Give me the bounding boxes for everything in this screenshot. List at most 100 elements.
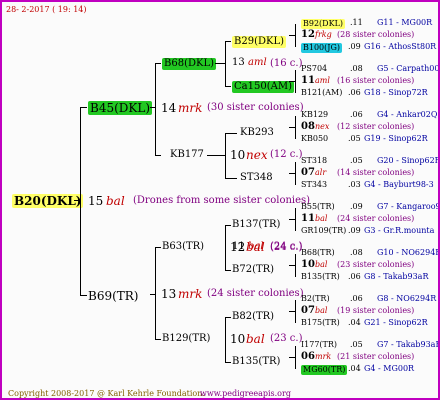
gen3-queen-4[interactable]: ST348 <box>240 173 273 183</box>
gen4-race: alr <box>315 168 327 177</box>
gen2-gen-2: 10 <box>230 148 246 162</box>
gen4-relatedness-a: .08 <box>350 248 363 257</box>
dam-queen[interactable]: B69(TR) <box>88 290 139 302</box>
connector <box>289 311 296 312</box>
gen4-relatedness-a: .06 <box>350 294 363 303</box>
gen4-breeder-code-a: G11 - MG00R <box>377 18 433 27</box>
connector <box>289 219 296 220</box>
connector <box>225 225 231 226</box>
gen2-race-4: bal <box>246 332 265 346</box>
gen2-note-2: (12 c.) <box>270 149 303 160</box>
gen4-note: (24 sister colonies) <box>337 214 415 223</box>
gen4-breeder-code-a: G7 - Takab93aR <box>377 340 440 349</box>
dam-race: mrk <box>178 287 203 301</box>
gen4-note: (28 sister colonies) <box>337 30 415 39</box>
gen4-relatedness-a: .09 <box>350 202 363 211</box>
connector <box>207 155 226 156</box>
gen4-queen-c[interactable]: B135(TR) <box>301 273 340 281</box>
connector <box>289 127 296 128</box>
gen4-queen-a[interactable]: I177(TR) <box>301 341 337 349</box>
gen3-note-5: (24 c.) <box>270 242 303 253</box>
gen4-queen-a[interactable]: PS704 <box>301 65 327 73</box>
gen2-queen-2[interactable]: KB177 <box>170 150 204 160</box>
copyright-text: Copyright 2008-2017 @ Karl Kehrle Founda… <box>8 389 205 398</box>
gen4-race: frkg <box>315 30 332 39</box>
gen4-gen: 11 <box>301 213 315 224</box>
gen3-queen-3[interactable]: KB293 <box>240 128 274 138</box>
site-link[interactable]: www.pedigreeapis.org <box>200 390 291 398</box>
gen2-queen-3[interactable]: B63(TR) <box>162 242 204 252</box>
gen3-race-5: bal <box>248 241 264 252</box>
gen4-relatedness-c: .05 <box>348 134 361 143</box>
gen4-note: (14 sister colonies) <box>337 168 415 177</box>
gen4-breeder-code-c: G4 - Bayburt98-3 <box>364 180 434 189</box>
gen4-race: nex <box>315 122 330 131</box>
gen4-gen: 10 <box>301 259 315 270</box>
gen4-relatedness-c: .06 <box>348 88 361 97</box>
sire-queen[interactable]: B45(DKL) <box>88 101 153 115</box>
gen3-queen-2[interactable]: Ca150(AM) <box>232 81 294 93</box>
gen4-race: aml <box>315 76 330 85</box>
connector <box>150 107 156 108</box>
gen4-gen: 12 <box>301 29 315 40</box>
gen4-queen-c[interactable]: B175(TR) <box>301 319 340 327</box>
gen2-note-4: (23 c.) <box>270 333 303 344</box>
connector <box>225 133 226 179</box>
gen4-relatedness-c: .04 <box>348 318 361 327</box>
gen4-queen-c[interactable]: ST343 <box>301 181 327 189</box>
connector <box>225 362 231 363</box>
gen4-breeder-code-c: G19 - Sinop62R <box>364 134 428 143</box>
gen3-gen-1: 13 <box>232 57 245 68</box>
gen4-relatedness-c: .09 <box>348 42 361 51</box>
gen4-queen-a[interactable]: ST318 <box>301 157 327 165</box>
gen4-breeder-code-a: G5 - Carpath00R <box>377 64 440 73</box>
gen3-note-1: (16 c.) <box>270 58 303 69</box>
gen3-race-1: aml <box>248 57 267 68</box>
gen3-gen-5: 11 <box>232 241 245 252</box>
gen4-relatedness-a: .08 <box>350 64 363 73</box>
gen3-queen-6[interactable]: B72(TR) <box>232 265 274 275</box>
gen4-queen-a[interactable]: KB129 <box>301 111 328 119</box>
connector <box>155 339 161 340</box>
connector <box>225 178 237 179</box>
root-note: (Drones from some sister colonies) <box>133 195 311 206</box>
gen4-relatedness-a: .06 <box>350 110 363 119</box>
gen4-queen-a[interactable]: B55(TR) <box>301 203 335 211</box>
connector <box>225 225 226 271</box>
sire-gen: 14 <box>161 101 177 115</box>
gen4-queen-c[interactable]: B100(JG) <box>301 43 342 53</box>
connector <box>289 35 296 36</box>
gen4-queen-c[interactable]: KB050 <box>301 135 328 143</box>
gen4-gen: 11 <box>301 75 315 86</box>
connector <box>289 173 296 174</box>
connector <box>80 107 81 296</box>
gen4-breeder-code-c: G8 - Takab93aR <box>364 272 429 281</box>
connector <box>150 294 156 295</box>
gen3-queen-8[interactable]: B135(TR) <box>232 357 280 367</box>
connector <box>225 317 231 318</box>
gen4-queen-a[interactable]: B92(DKL) <box>301 19 346 29</box>
gen4-queen-a[interactable]: B2(TR) <box>301 295 330 303</box>
gen4-queen-c[interactable]: MG60(TR) <box>301 365 348 375</box>
gen4-race: bal <box>315 306 328 315</box>
sire-race: mrk <box>178 101 203 115</box>
gen4-race: bal <box>315 260 328 269</box>
gen4-breeder-code-a: G7 - Kangaroo98R <box>377 202 438 211</box>
connector <box>225 317 226 363</box>
gen4-queen-c[interactable]: B121(AM) <box>301 89 342 97</box>
gen3-queen-1[interactable]: B29(DKL) <box>232 36 287 48</box>
connector <box>80 295 87 296</box>
gen4-gen: 07 <box>301 305 315 316</box>
gen4-relatedness-c: .09 <box>348 226 361 235</box>
connector <box>225 133 237 134</box>
gen4-note: (21 sister colonies) <box>337 352 415 361</box>
root-queen[interactable]: B20(DKL) <box>12 194 84 208</box>
gen4-race: bal <box>315 214 328 223</box>
gen2-queen-4[interactable]: B129(TR) <box>162 334 210 344</box>
gen4-queen-a[interactable]: B68(TR) <box>301 249 335 257</box>
gen4-note: (23 sister colonies) <box>337 260 415 269</box>
gen3-queen-5[interactable]: B137(TR) <box>232 220 280 230</box>
gen2-queen-1[interactable]: B68(DKL) <box>162 58 217 70</box>
gen4-queen-c[interactable]: GR109(TR) <box>301 227 346 235</box>
gen3-queen-7[interactable]: B82(TR) <box>232 312 274 322</box>
